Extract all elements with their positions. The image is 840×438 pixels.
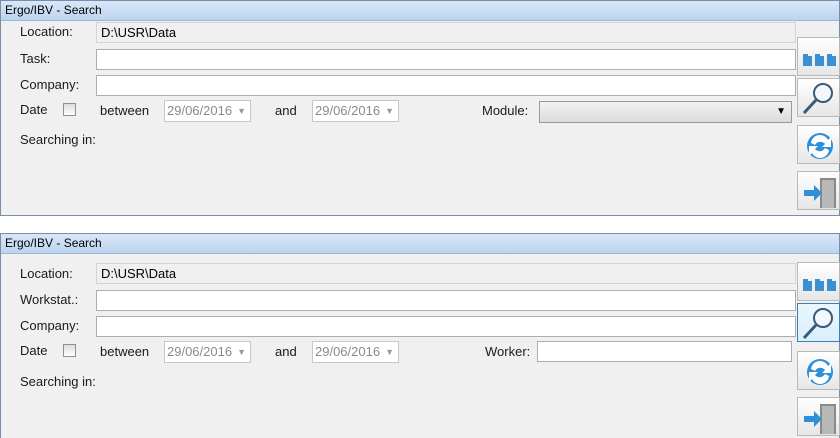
date-label: Date bbox=[20, 102, 48, 117]
date-from-picker[interactable]: 29/06/2016 ▼ bbox=[164, 100, 251, 122]
search-form: Location: D:\USR\Data Workstat.: Company… bbox=[1, 254, 839, 438]
and-label: and bbox=[275, 103, 297, 118]
company-label: Company: bbox=[20, 318, 80, 333]
task-label: Task: bbox=[20, 51, 51, 66]
searching-in-label: Searching in: bbox=[20, 374, 96, 389]
folders-icon bbox=[803, 279, 836, 291]
refresh-button[interactable] bbox=[797, 351, 840, 390]
task-input[interactable] bbox=[96, 49, 796, 70]
chevron-down-icon: ▼ bbox=[237, 106, 246, 116]
location-field: D:\USR\Data bbox=[96, 263, 796, 284]
exit-button[interactable] bbox=[797, 171, 840, 210]
search-window-worker: Ergo/IBV - Search Location: D:\USR\Data … bbox=[0, 233, 840, 438]
company-input[interactable] bbox=[96, 75, 796, 96]
date-from-picker[interactable]: 29/06/2016 ▼ bbox=[164, 341, 251, 363]
workstation-label: Workstat.: bbox=[20, 292, 79, 307]
date-to-picker[interactable]: 29/06/2016 ▼ bbox=[312, 341, 399, 363]
date-from-value: 29/06/2016 bbox=[167, 103, 233, 118]
magnifier-icon bbox=[802, 83, 833, 115]
searching-in-label: Searching in: bbox=[20, 132, 96, 147]
folders-button[interactable] bbox=[797, 262, 840, 301]
date-to-value: 29/06/2016 bbox=[315, 103, 381, 118]
refresh-icon bbox=[807, 359, 833, 385]
search-button[interactable] bbox=[797, 78, 840, 117]
chevron-down-icon: ▼ bbox=[237, 347, 246, 357]
search-window-module: Ergo/IBV - Search Location: D:\USR\Data … bbox=[0, 0, 840, 216]
search-form: Location: D:\USR\Data Task: Company: Dat… bbox=[1, 21, 839, 215]
window-title: Ergo/IBV - Search bbox=[1, 234, 839, 254]
date-to-value: 29/06/2016 bbox=[315, 344, 381, 359]
date-label: Date bbox=[20, 343, 48, 358]
company-label: Company: bbox=[20, 77, 80, 92]
and-label: and bbox=[275, 344, 297, 359]
date-checkbox[interactable] bbox=[63, 103, 76, 116]
company-input[interactable] bbox=[96, 316, 796, 337]
exit-door-icon bbox=[804, 178, 836, 208]
location-label: Location: bbox=[20, 24, 73, 39]
date-to-picker[interactable]: 29/06/2016 ▼ bbox=[312, 100, 399, 122]
dropdown-arrow-icon: ▼ bbox=[776, 106, 786, 117]
refresh-button[interactable] bbox=[797, 125, 840, 164]
between-label: between bbox=[100, 103, 150, 118]
folders-button[interactable] bbox=[797, 37, 840, 76]
search-button[interactable] bbox=[797, 303, 840, 342]
workstation-input[interactable] bbox=[96, 290, 796, 311]
module-select[interactable]: ▼ bbox=[539, 101, 792, 123]
module-label: Module: bbox=[482, 103, 529, 118]
magnifier-icon bbox=[802, 308, 833, 340]
date-checkbox[interactable] bbox=[63, 344, 76, 357]
date-from-value: 29/06/2016 bbox=[167, 344, 233, 359]
exit-door-icon bbox=[804, 404, 836, 434]
worker-input[interactable] bbox=[537, 341, 792, 362]
worker-label: Worker: bbox=[485, 344, 531, 359]
location-label: Location: bbox=[20, 266, 73, 281]
exit-button[interactable] bbox=[797, 397, 840, 436]
refresh-icon bbox=[807, 133, 833, 159]
chevron-down-icon: ▼ bbox=[385, 347, 394, 357]
window-title: Ergo/IBV - Search bbox=[1, 1, 839, 21]
location-field: D:\USR\Data bbox=[96, 22, 796, 43]
between-label: between bbox=[100, 344, 150, 359]
folders-icon bbox=[803, 54, 836, 66]
chevron-down-icon: ▼ bbox=[385, 106, 394, 116]
